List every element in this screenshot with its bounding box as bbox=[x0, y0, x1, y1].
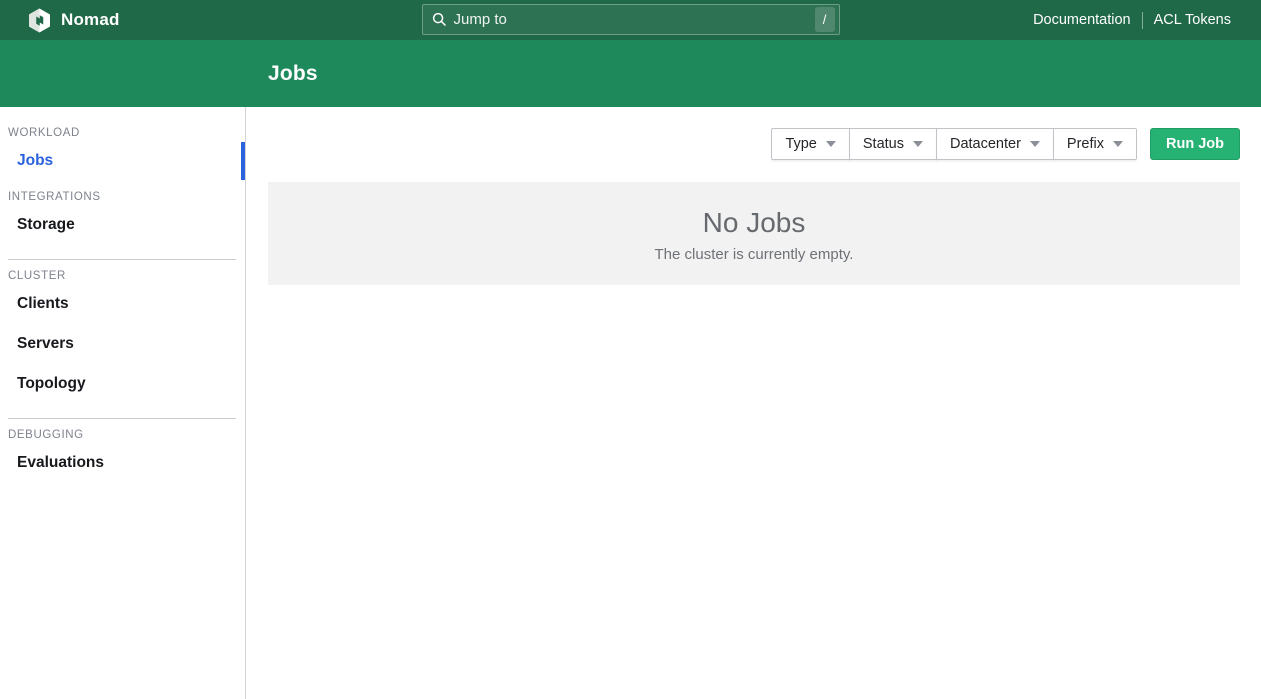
empty-state-title: No Jobs bbox=[268, 207, 1240, 239]
filter-button-group: Type Status Datacenter Prefix bbox=[771, 128, 1137, 160]
sidebar-item-jobs[interactable]: Jobs bbox=[0, 141, 245, 181]
sidebar-item-clients[interactable]: Clients bbox=[0, 284, 245, 324]
type-filter-dropdown[interactable]: Type bbox=[771, 128, 849, 160]
jobs-toolbar: Type Status Datacenter Prefix Run Job bbox=[268, 128, 1240, 160]
run-job-button[interactable]: Run Job bbox=[1150, 128, 1240, 160]
prefix-filter-label: Prefix bbox=[1067, 136, 1104, 152]
chevron-down-icon bbox=[1113, 141, 1123, 147]
type-filter-label: Type bbox=[785, 136, 816, 152]
prefix-filter-dropdown[interactable]: Prefix bbox=[1053, 128, 1137, 160]
sidebar-section-workload: WORKLOAD bbox=[8, 127, 237, 139]
sidebar-item-topology[interactable]: Topology bbox=[0, 364, 245, 404]
acl-tokens-link[interactable]: ACL Tokens bbox=[1154, 12, 1231, 28]
sidebar-section-debugging: DEBUGGING bbox=[8, 429, 237, 441]
sidebar-item-evaluations[interactable]: Evaluations bbox=[0, 443, 245, 483]
sidebar-divider bbox=[8, 418, 236, 419]
chevron-down-icon bbox=[1030, 141, 1040, 147]
sidebar: WORKLOAD Jobs INTEGRATIONS Storage CLUST… bbox=[0, 107, 246, 699]
sidebar-section-integrations: INTEGRATIONS bbox=[8, 191, 237, 203]
datacenter-filter-dropdown[interactable]: Datacenter bbox=[936, 128, 1054, 160]
search-icon bbox=[432, 12, 447, 27]
status-filter-dropdown[interactable]: Status bbox=[849, 128, 937, 160]
nomad-home-link[interactable]: Nomad bbox=[27, 8, 120, 33]
jump-to-search-input[interactable]: Jump to / bbox=[422, 4, 840, 35]
brand-name: Nomad bbox=[61, 10, 120, 30]
page-title: Jobs bbox=[268, 62, 318, 86]
topbar-links: Documentation ACL Tokens bbox=[1033, 12, 1261, 29]
empty-state-panel: No Jobs The cluster is currently empty. bbox=[268, 182, 1240, 285]
sidebar-item-storage[interactable]: Storage bbox=[0, 205, 245, 245]
documentation-link[interactable]: Documentation bbox=[1033, 12, 1131, 28]
nomad-logo-icon bbox=[27, 8, 52, 33]
sidebar-item-servers[interactable]: Servers bbox=[0, 324, 245, 364]
empty-state-message: The cluster is currently empty. bbox=[268, 246, 1240, 263]
datacenter-filter-label: Datacenter bbox=[950, 136, 1021, 152]
sidebar-section-cluster: CLUSTER bbox=[8, 270, 237, 282]
sidebar-divider bbox=[8, 259, 236, 260]
search-placeholder: Jump to bbox=[454, 11, 507, 28]
link-separator bbox=[1142, 12, 1143, 29]
chevron-down-icon bbox=[826, 141, 836, 147]
main-content: Type Status Datacenter Prefix Run Job bbox=[246, 107, 1261, 699]
search-shortcut-badge: / bbox=[815, 7, 835, 32]
status-filter-label: Status bbox=[863, 136, 904, 152]
chevron-down-icon bbox=[913, 141, 923, 147]
top-navigation-bar: Nomad Jump to / Documentation ACL Tokens bbox=[0, 0, 1261, 40]
page-header: Jobs bbox=[0, 40, 1261, 107]
